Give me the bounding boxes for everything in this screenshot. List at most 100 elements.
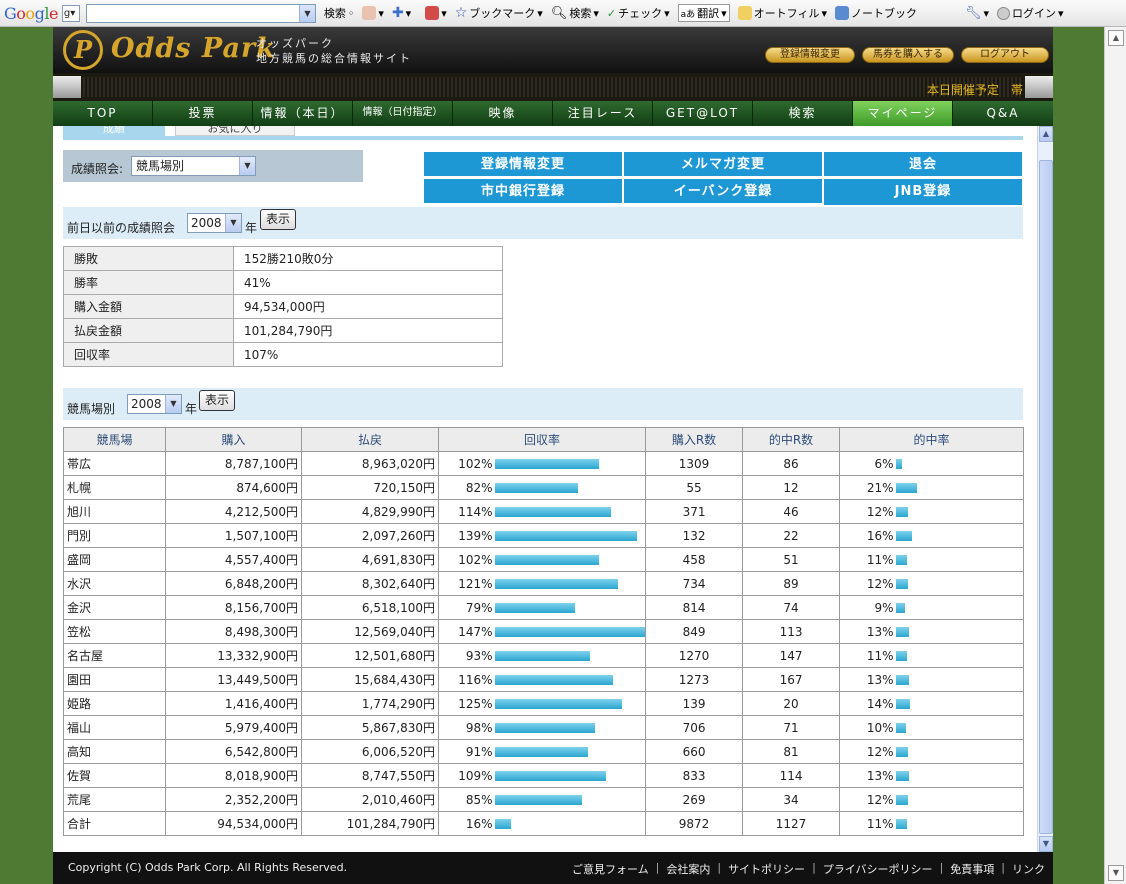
footer-link-disclaimer[interactable]: 免責事項 bbox=[950, 861, 994, 877]
toolbar-autofill-button[interactable]: オートフィル ▾ bbox=[737, 5, 827, 21]
toolbar-settings-button[interactable]: 🔧︎ ▾ bbox=[965, 6, 989, 21]
purchase-cell: 13,332,900円 bbox=[165, 643, 302, 668]
hit-rate-cell: 21% bbox=[839, 475, 896, 500]
hit-rate-bar-fill bbox=[895, 650, 907, 661]
google-menu-button[interactable]: g▾ bbox=[61, 4, 80, 22]
site-logo-text[interactable]: Odds Park bbox=[111, 33, 276, 64]
footer-link-feedback[interactable]: ご意見フォーム bbox=[572, 861, 649, 877]
content-scrollbar[interactable]: ▲ ▼ bbox=[1037, 126, 1053, 852]
register-change-header-button[interactable]: 登録情報変更 bbox=[765, 47, 855, 63]
hit-rate-bar bbox=[895, 739, 1025, 764]
star-icon: ☆ bbox=[454, 5, 468, 21]
inquiry-selected: 競馬場別 bbox=[136, 159, 185, 173]
footer-link-privacy[interactable]: プライバシーポリシー bbox=[823, 861, 933, 877]
google-search-input[interactable]: ▼ bbox=[85, 3, 316, 23]
track-cell: 笠松 bbox=[63, 619, 166, 644]
nav-vote[interactable]: 投票 bbox=[153, 101, 253, 126]
nav-qa[interactable]: Q&A bbox=[953, 101, 1053, 126]
hit-rate-bar-fill bbox=[895, 482, 917, 493]
mailmag-change-button[interactable]: メルマガ変更 bbox=[623, 151, 823, 177]
chevron-down-icon[interactable]: ▼ bbox=[239, 157, 255, 175]
recovery-bar-fill bbox=[494, 650, 590, 661]
track-cell: 札幌 bbox=[63, 475, 166, 500]
hits-cell: 167 bbox=[742, 667, 841, 692]
inquiry-select[interactable]: 競馬場別 ▼ bbox=[131, 156, 256, 176]
purchase-cell: 8,498,300円 bbox=[165, 619, 302, 644]
hit-rate-bar bbox=[895, 619, 1025, 644]
recovery-bar-fill bbox=[494, 626, 646, 637]
nav-featured-races[interactable]: 注目レース bbox=[553, 101, 653, 126]
nav-getlot[interactable]: GET@LOT bbox=[653, 101, 753, 126]
toolbar-check-button[interactable]: ✓ チェック ▾ bbox=[607, 5, 670, 21]
previous-show-button[interactable]: 表示 bbox=[260, 209, 296, 230]
scroll-up-icon[interactable]: ▲ bbox=[1039, 126, 1053, 142]
nav-search[interactable]: 検索 bbox=[753, 101, 853, 126]
ebank-register-button[interactable]: イーバンク登録 bbox=[623, 178, 823, 204]
col-recovery: 回収率 bbox=[437, 427, 647, 452]
chevron-down-icon[interactable]: ▼ bbox=[298, 4, 315, 22]
jnb-register-button[interactable]: JNB登録 bbox=[823, 178, 1023, 206]
hit-rate-bar-fill bbox=[895, 818, 907, 829]
browser-scroll-down-icon[interactable]: ▼ bbox=[1108, 865, 1124, 881]
col-races: 購入R数 bbox=[645, 427, 744, 452]
toolbar-notebook-button[interactable]: ノートブック bbox=[834, 5, 917, 21]
summary-key: 勝率 bbox=[63, 270, 234, 295]
toolbar-bookmark-button[interactable]: ☆ ブックマーク ▾ bbox=[455, 5, 543, 21]
toolbar-highlight-button[interactable]: ▾ bbox=[362, 6, 384, 20]
recovery-cell: 79% bbox=[438, 595, 495, 620]
register-change-button[interactable]: 登録情報変更 bbox=[423, 151, 623, 177]
toolbar-search-button[interactable]: 検索 ◦ bbox=[324, 5, 355, 21]
recovery-bar-fill bbox=[494, 722, 595, 733]
popup-block-icon bbox=[425, 6, 440, 20]
purchase-cell: 5,979,400円 bbox=[165, 715, 302, 740]
recovery-cell: 139% bbox=[438, 523, 495, 548]
toolbar-search2-button[interactable]: 🔍︎ 検索 ▾ bbox=[551, 5, 599, 21]
tab-results[interactable]: 成績 bbox=[63, 126, 165, 136]
footer-link-links[interactable]: リンク bbox=[1012, 861, 1045, 877]
recovery-cell: 114% bbox=[438, 499, 495, 524]
nav-video[interactable]: 映像 bbox=[453, 101, 553, 126]
footer-link-site-policy[interactable]: サイトポリシー bbox=[728, 861, 805, 877]
nav-top[interactable]: TOP bbox=[53, 101, 153, 126]
toolbar-login-button[interactable]: ログイン ▾ bbox=[997, 5, 1064, 21]
toolbar-add-button[interactable]: ✚ ▾ bbox=[392, 5, 411, 21]
payout-cell: 12,569,040円 bbox=[301, 619, 439, 644]
toolbar-label: 検索 bbox=[569, 7, 592, 20]
buy-tickets-button[interactable]: 馬券を購入する bbox=[862, 47, 954, 63]
tab-favorites[interactable]: お気に入り bbox=[175, 126, 295, 136]
ticker-text[interactable]: 本日開催予定 帯 bbox=[927, 81, 1023, 98]
toolbar-translate-button[interactable]: aあ 翻訳 ▾ bbox=[677, 4, 730, 22]
google-logo[interactable]: Google bbox=[4, 4, 58, 23]
scroll-down-icon[interactable]: ▼ bbox=[1039, 836, 1053, 852]
track-cell: 門別 bbox=[63, 523, 166, 548]
recovery-cell: 102% bbox=[438, 451, 495, 476]
previous-year-select[interactable]: 2008 ▼ bbox=[187, 213, 242, 233]
payout-cell: 2,010,460円 bbox=[301, 787, 439, 812]
by-track-year-select[interactable]: 2008 ▼ bbox=[127, 394, 182, 414]
by-track-show-button[interactable]: 表示 bbox=[199, 390, 235, 411]
logout-button[interactable]: ログアウト bbox=[961, 47, 1049, 63]
odds-park-logo-icon[interactable]: P bbox=[63, 30, 103, 70]
hit-rate-bar-fill bbox=[895, 530, 912, 541]
nav-info-date[interactable]: 情報（日付指定） bbox=[353, 101, 453, 126]
races-cell: 660 bbox=[645, 739, 744, 764]
nav-info-today[interactable]: 情報（本日） bbox=[253, 101, 353, 126]
payout-cell: 8,747,550円 bbox=[301, 763, 439, 788]
toolbar-popup-button[interactable]: ▾ bbox=[425, 6, 447, 20]
withdraw-button[interactable]: 退会 bbox=[823, 151, 1023, 177]
browser-scrollbar[interactable]: ▲ ▼ bbox=[1104, 27, 1126, 884]
chevron-down-icon[interactable]: ▼ bbox=[165, 395, 181, 413]
payout-cell: 1,774,290円 bbox=[301, 691, 439, 716]
table-row: 福山 5,979,400円 5,867,830円 98% 706 71 10% bbox=[63, 715, 1025, 740]
scroll-thumb[interactable] bbox=[1039, 160, 1053, 834]
summary-row: 購入金額 94,534,000円 bbox=[63, 294, 503, 319]
bank-register-button[interactable]: 市中銀行登録 bbox=[423, 178, 623, 204]
recovery-cell: 102% bbox=[438, 547, 495, 572]
separator: | bbox=[717, 861, 722, 874]
hit-rate-bar bbox=[895, 547, 1025, 572]
recovery-cell: 98% bbox=[438, 715, 495, 740]
browser-scroll-up-icon[interactable]: ▲ bbox=[1108, 30, 1124, 46]
nav-mypage[interactable]: マイページ bbox=[853, 101, 953, 126]
footer-link-company[interactable]: 会社案内 bbox=[666, 861, 710, 877]
chevron-down-icon[interactable]: ▼ bbox=[225, 214, 241, 232]
